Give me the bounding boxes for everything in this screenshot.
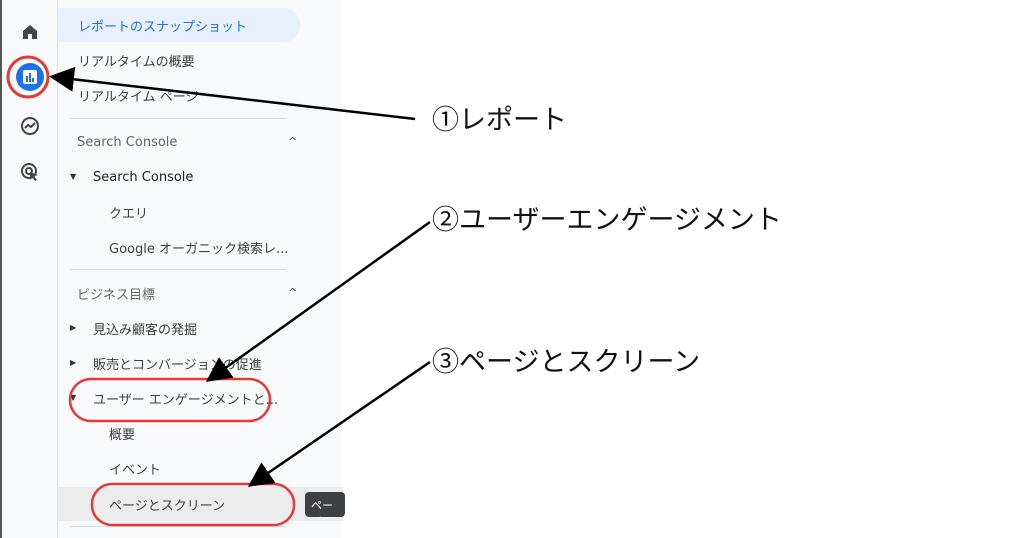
- nav-group-engagement[interactable]: ユーザー エンゲージメントと...: [58, 381, 278, 415]
- nav-item-organic-search[interactable]: Google オーガニック検索レ...: [58, 230, 288, 264]
- section-header-search-console[interactable]: Search Console: [58, 125, 177, 159]
- home-icon[interactable]: [16, 18, 44, 46]
- divider: [70, 269, 286, 270]
- nav-group-sales[interactable]: 販売とコンバージョンの促進: [58, 346, 262, 380]
- nav-group-leads[interactable]: 見込み顧客の発掘: [58, 311, 197, 345]
- section-header-business-objectives[interactable]: ビジネス目標: [58, 276, 155, 310]
- advertising-icon[interactable]: [16, 158, 44, 186]
- annotation-engagement: ②ユーザーエンゲージメント: [432, 205, 782, 236]
- nav-item-queries[interactable]: クエリ: [58, 195, 148, 229]
- annotation-reports: ①レポート: [432, 105, 567, 136]
- nav-item-overview[interactable]: 概要: [58, 416, 135, 450]
- chevron-up-icon[interactable]: ^: [288, 286, 297, 299]
- nav-item-events[interactable]: イベント: [58, 451, 161, 485]
- icon-rail: [0, 0, 57, 538]
- annotation-pages: ③ページとスクリーン: [432, 347, 701, 378]
- explore-icon[interactable]: [16, 112, 44, 140]
- nav-item-realtime-overview[interactable]: リアルタイムの概要: [58, 43, 195, 77]
- nav-group-search-console[interactable]: Search Console: [58, 160, 193, 194]
- nav-item-snapshot[interactable]: レポートのスナップショット: [58, 8, 300, 42]
- nav-item-realtime-pages[interactable]: リアルタイム ページ: [58, 78, 198, 112]
- nav-item-pages-screens[interactable]: ページとスクリーン: [58, 487, 343, 521]
- chevron-up-icon[interactable]: ^: [288, 135, 297, 148]
- divider: [70, 118, 286, 119]
- divider: [70, 526, 286, 527]
- tooltip: ページ: [305, 492, 345, 517]
- reports-icon[interactable]: [16, 63, 44, 91]
- report-navigation: レポートのスナップショット リアルタイムの概要 リアルタイム ページ Searc…: [57, 0, 343, 538]
